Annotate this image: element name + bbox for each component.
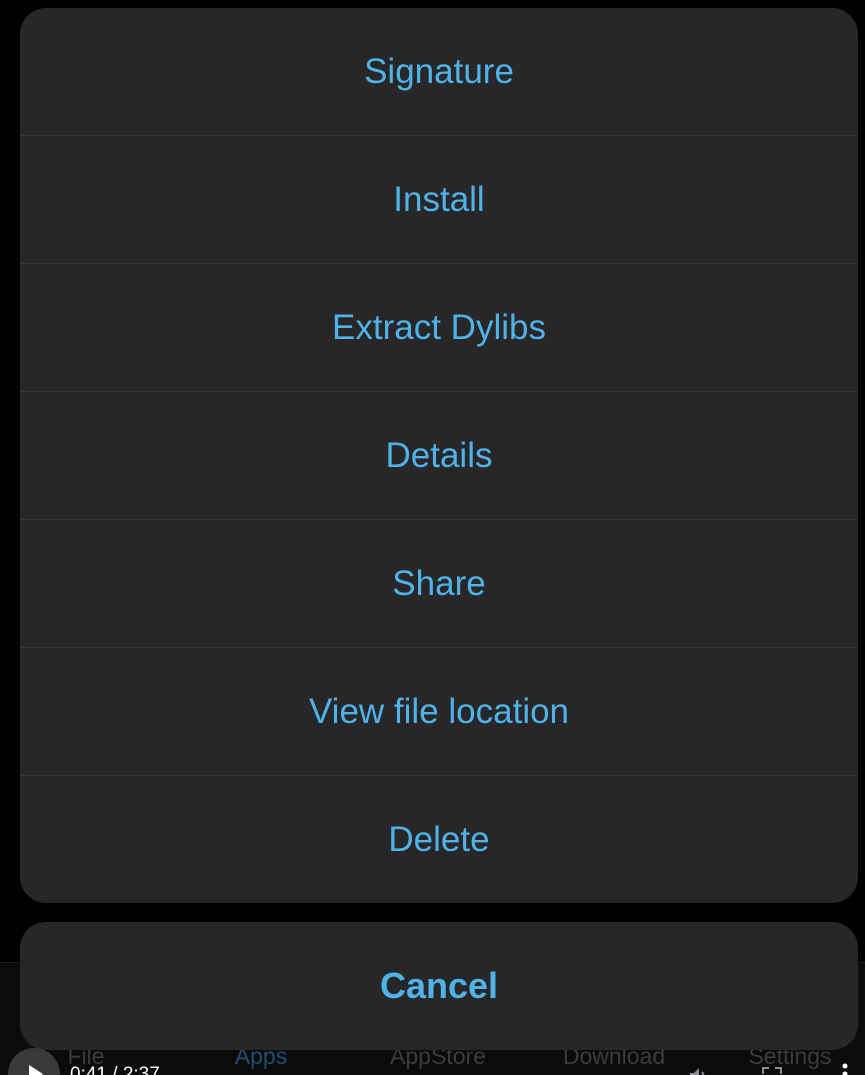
install-button[interactable]: Install	[20, 136, 858, 264]
delete-button[interactable]: Delete	[20, 776, 858, 903]
playback-time: 0:41 / 2:37	[70, 1064, 160, 1075]
signature-button[interactable]: Signature	[20, 8, 858, 136]
more-icon[interactable]	[840, 1062, 850, 1075]
cancel-button[interactable]: Cancel	[20, 922, 858, 1050]
view-file-location-button[interactable]: View file location	[20, 648, 858, 776]
share-button[interactable]: Share	[20, 520, 858, 648]
volume-icon[interactable]	[688, 1065, 710, 1075]
details-button[interactable]: Details	[20, 392, 858, 520]
action-sheet: Signature Install Extract Dylibs Details…	[20, 8, 858, 903]
fullscreen-icon[interactable]	[762, 1067, 782, 1075]
extract-dylibs-button[interactable]: Extract Dylibs	[20, 264, 858, 392]
video-player-controls: 0:41 / 2:37	[0, 1040, 865, 1075]
play-icon[interactable]	[8, 1048, 60, 1075]
screen: File Apps AppStore Download Settings Sig…	[0, 0, 865, 1075]
